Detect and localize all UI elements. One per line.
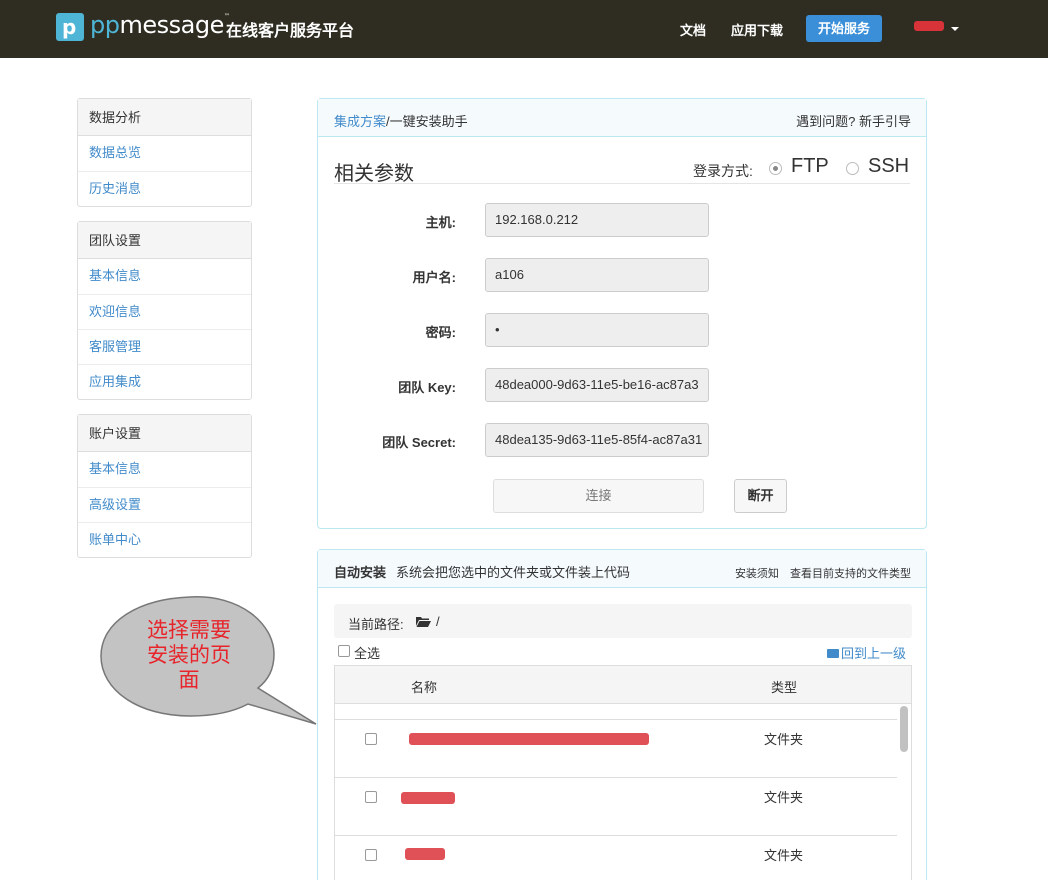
select-all-label[interactable]: 全选 xyxy=(354,643,380,662)
sidebar-item-welcome-message[interactable]: 欢迎信息 xyxy=(78,294,251,329)
table-header: 名称 类型 xyxy=(335,666,911,704)
row-divider xyxy=(335,719,897,720)
caret-down-icon[interactable] xyxy=(951,27,959,31)
start-service-button[interactable]: 开始服务 xyxy=(806,15,882,42)
breadcrumb: 集成方案/一键安装助手 xyxy=(334,111,468,130)
sidebar-group-title: 团队设置 xyxy=(78,222,251,259)
column-header-name: 名称 xyxy=(411,680,438,695)
help-question-link[interactable]: 遇到问题? xyxy=(796,114,855,129)
sidebar-item-data-overview[interactable]: 数据总览 xyxy=(78,136,251,171)
annotation-line: 面 xyxy=(178,668,200,692)
row-type: 文件夹 xyxy=(764,790,804,805)
row-checkbox[interactable] xyxy=(365,791,377,803)
params-panel-header: 集成方案/一键安装助手 遇到问题? 新手引导 xyxy=(318,99,926,137)
breadcrumb-current: /一键安装助手 xyxy=(386,114,468,129)
row-divider xyxy=(335,777,897,778)
host-label: 主机: xyxy=(425,215,456,230)
sidebar-item-account-basic-info[interactable]: 基本信息 xyxy=(78,452,251,487)
team-key-input[interactable]: 48dea000-9d63-11e5-be16-ac87a3 xyxy=(485,368,709,402)
beginner-guide-link[interactable]: 新手引导 xyxy=(859,114,911,129)
ftp-radio[interactable] xyxy=(769,162,782,175)
row-divider xyxy=(335,835,897,836)
row-checkbox[interactable] xyxy=(365,849,377,861)
sidebar-group-title: 数据分析 xyxy=(78,99,251,136)
sidebar-item-app-integration[interactable]: 应用集成 xyxy=(78,364,251,399)
sidebar-group-analytics: 数据分析 数据总览 历史消息 xyxy=(77,98,252,207)
brand-rest: message xyxy=(119,11,224,39)
sidebar-group-team: 团队设置 基本信息 欢迎信息 客服管理 应用集成 xyxy=(77,221,252,400)
params-panel: 集成方案/一键安装助手 遇到问题? 新手引导 相关参数 登录方式: FTP SS… xyxy=(317,98,927,529)
sidebar-group-title: 账户设置 xyxy=(78,415,251,452)
help-links: 遇到问题? 新手引导 xyxy=(796,111,911,130)
team-secret-label: 团队 Secret: xyxy=(382,435,456,450)
annotation-line: 安装的页 xyxy=(147,643,231,667)
auto-install-title: 自动安装 xyxy=(334,565,387,580)
ftp-radio-label[interactable]: FTP xyxy=(791,155,829,178)
tagline: 在线客户服务平台 xyxy=(226,23,355,40)
current-path-bar: 当前路径: / xyxy=(334,604,912,638)
nav-download-link[interactable]: 应用下载 xyxy=(731,20,783,39)
row-type: 文件夹 xyxy=(764,732,804,747)
sidebar-item-service-management[interactable]: 客服管理 xyxy=(78,329,251,364)
ssh-radio[interactable] xyxy=(846,162,859,175)
file-name-redacted[interactable] xyxy=(405,848,445,860)
auto-install-description: 系统会把您选中的文件夹或文件装上代码 xyxy=(396,565,631,580)
host-input[interactable]: 192.168.0.212 xyxy=(485,203,709,237)
logo-letter: p xyxy=(62,15,77,39)
password-label: 密码: xyxy=(425,325,456,340)
team-secret-input[interactable]: 48dea135-9d63-11e5-85f4-ac87a31 xyxy=(485,423,709,457)
sidebar-item-team-basic-info[interactable]: 基本信息 xyxy=(78,259,251,294)
sidebar-item-billing-center[interactable]: 账单中心 xyxy=(78,522,251,557)
go-up-label: 回到上一级 xyxy=(840,646,906,661)
breadcrumb-integration-link[interactable]: 集成方案 xyxy=(334,114,386,129)
ssh-radio-label[interactable]: SSH xyxy=(868,155,909,178)
team-key-label: 团队 Key: xyxy=(398,380,456,395)
file-table: 名称 类型 文件夹 文件夹 文件夹 xyxy=(334,665,912,880)
annotation-line: 选择需要 xyxy=(147,618,231,642)
go-up-link[interactable]: 回到上一级 xyxy=(826,643,906,662)
current-path-label: 当前路径: xyxy=(348,617,404,632)
auto-install-links: 安装须知 查看目前支持的文件类型 xyxy=(727,565,911,581)
divider xyxy=(334,183,910,184)
file-name-redacted[interactable] xyxy=(409,733,649,745)
install-notes-link[interactable]: 安装须知 xyxy=(735,568,779,580)
username-label: 用户名: xyxy=(412,270,456,285)
folder-open-icon xyxy=(416,617,431,627)
sidebar-group-account: 账户设置 基本信息 高级设置 账单中心 xyxy=(77,414,252,558)
folder-up-icon xyxy=(826,649,839,658)
auto-install-panel: 自动安装 系统会把您选中的文件夹或文件装上代码 安装须知 查看目前支持的文件类型… xyxy=(317,549,927,880)
current-path-value: / xyxy=(436,614,440,629)
password-input[interactable]: • xyxy=(485,313,709,347)
connect-button[interactable]: 连接 xyxy=(493,479,704,513)
brand-pp: pp xyxy=(90,11,120,39)
user-menu-redacted[interactable] xyxy=(914,21,944,31)
row-checkbox[interactable] xyxy=(365,733,377,745)
ppmessage-logo-icon[interactable]: p xyxy=(56,13,84,41)
top-navbar: p ppmessage™ 在线客户服务平台 文档 应用下载 开始服务 xyxy=(0,0,1048,58)
file-name-redacted[interactable] xyxy=(401,792,455,804)
disconnect-button[interactable]: 断开 xyxy=(734,479,787,513)
sidebar-item-advanced-settings[interactable]: 高级设置 xyxy=(78,487,251,522)
table-scrollbar[interactable] xyxy=(900,706,908,752)
supported-file-types-link[interactable]: 查看目前支持的文件类型 xyxy=(790,568,911,580)
section-title: 相关参数 xyxy=(334,163,414,185)
row-type: 文件夹 xyxy=(764,848,804,863)
auto-install-header: 自动安装 系统会把您选中的文件夹或文件装上代码 安装须知 查看目前支持的文件类型 xyxy=(318,550,926,588)
nav-docs-link[interactable]: 文档 xyxy=(680,20,706,39)
brand-name[interactable]: ppmessage™ xyxy=(90,11,230,39)
column-header-type: 类型 xyxy=(771,680,798,695)
sidebar-item-history-messages[interactable]: 历史消息 xyxy=(78,171,251,206)
annotation-text: 选择需要 安装的页 面 xyxy=(126,618,252,693)
select-all-checkbox[interactable] xyxy=(338,645,350,657)
username-input[interactable]: a106 xyxy=(485,258,709,292)
login-mode-label: 登录方式: xyxy=(693,163,753,179)
